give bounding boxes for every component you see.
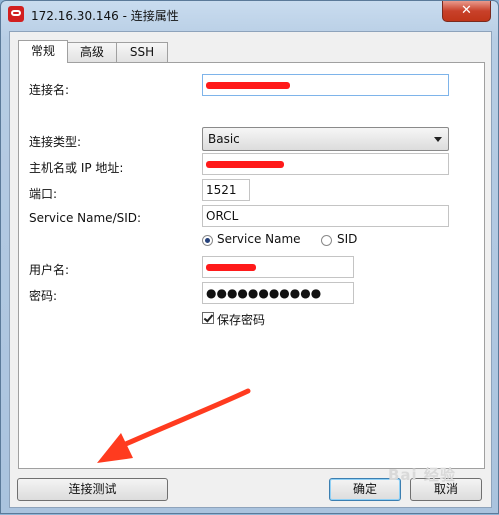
dialog-window: 172.16.30.146 - 连接属性 ✕ 常规 高级 SSH 连接名: 连接…	[0, 0, 499, 514]
watermark: Bai 经验	[388, 466, 456, 484]
tab-general[interactable]: 常规	[18, 40, 68, 63]
annotation-arrow-shaft	[116, 388, 251, 450]
annotation-arrow-head	[97, 433, 133, 463]
annotation-arrow	[97, 388, 251, 463]
